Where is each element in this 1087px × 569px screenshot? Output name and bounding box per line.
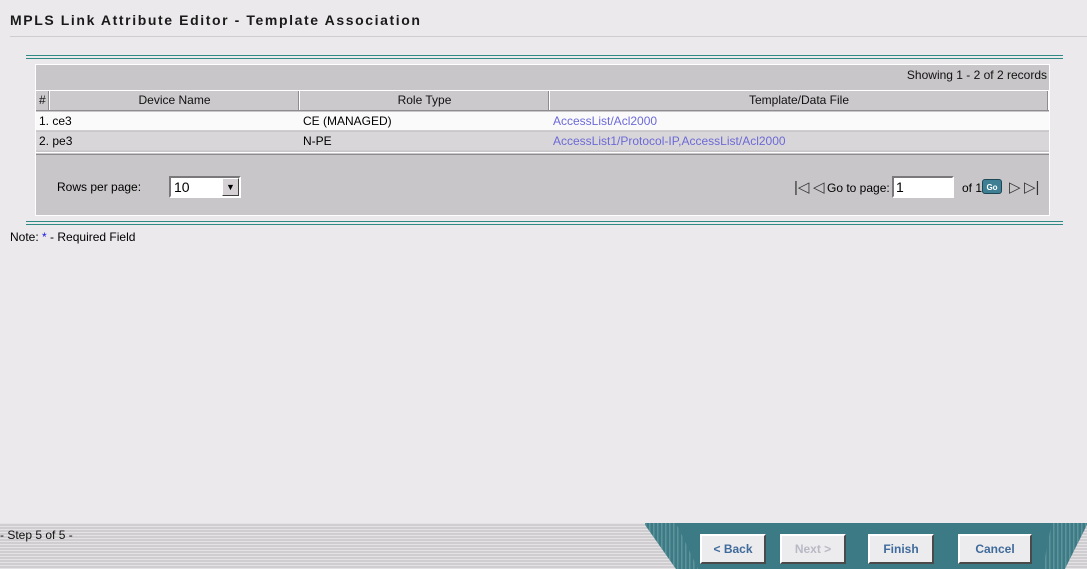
next-button[interactable]: Next > [780, 534, 846, 564]
template-link[interactable]: AccessList/Acl2000 [553, 114, 657, 128]
rows-per-page-label: Rows per page: [57, 180, 142, 194]
device-cell: 1. ce3 [36, 112, 300, 130]
table-row[interactable]: 1. ce3 CE (MANAGED) AccessList/Acl2000 [36, 112, 1049, 131]
role-type: CE (MANAGED) [303, 114, 392, 128]
column-header-device-name[interactable]: Device Name [50, 91, 300, 110]
back-button[interactable]: < Back [700, 534, 766, 564]
table-row[interactable]: 2. pe3 N-PE AccessList1/Protocol-IP,Acce… [36, 132, 1049, 151]
rows-per-page-value: 10 [174, 179, 190, 195]
step-indicator: - Step 5 of 5 - [0, 528, 73, 542]
template-link[interactable]: AccessList1/Protocol-IP,AccessList/Acl20… [553, 134, 786, 148]
required-field-note: Note: * - Required Field [10, 230, 135, 244]
page-count-label: of 1 [962, 181, 983, 195]
device-name: pe3 [52, 134, 73, 148]
column-header-role-type[interactable]: Role Type [300, 91, 550, 110]
chevron-down-icon[interactable]: ▼ [222, 178, 239, 196]
note-text: - Required Field [50, 230, 136, 244]
last-page-icon[interactable]: ▷| [1024, 178, 1039, 196]
rows-per-page-select[interactable]: 10 ▼ [169, 176, 241, 198]
page-title: MPLS Link Attribute Editor - Template As… [10, 12, 422, 28]
column-header-template[interactable]: Template/Data File [550, 91, 1049, 110]
row-number: 1. [39, 114, 50, 128]
pager-divider [36, 152, 1049, 155]
first-page-icon[interactable]: |◁ [794, 178, 809, 196]
goto-page-label: Go to page: [827, 181, 890, 195]
required-star-icon: * [42, 230, 47, 244]
role-type: N-PE [303, 134, 332, 148]
device-name: ce3 [52, 114, 72, 128]
row-number: 2. [39, 134, 50, 148]
grid-header: # Device Name Role Type Template/Data Fi… [36, 90, 1049, 111]
records-count: Showing 1 - 2 of 2 records [906, 68, 1047, 82]
goto-page-input[interactable]: 1 [892, 176, 954, 198]
prev-page-icon[interactable]: ◁ [813, 178, 825, 196]
device-cell: 2. pe3 [36, 132, 300, 150]
finish-button[interactable]: Finish [868, 534, 934, 564]
note-prefix: Note: [10, 230, 39, 244]
next-page-icon[interactable]: ▷ [1009, 178, 1021, 196]
cancel-button[interactable]: Cancel [958, 534, 1032, 564]
go-button[interactable]: Go [982, 179, 1002, 194]
column-header-number: # [36, 91, 50, 110]
title-divider [10, 36, 1087, 37]
template-association-panel: Showing 1 - 2 of 2 records # Device Name… [26, 55, 1063, 225]
